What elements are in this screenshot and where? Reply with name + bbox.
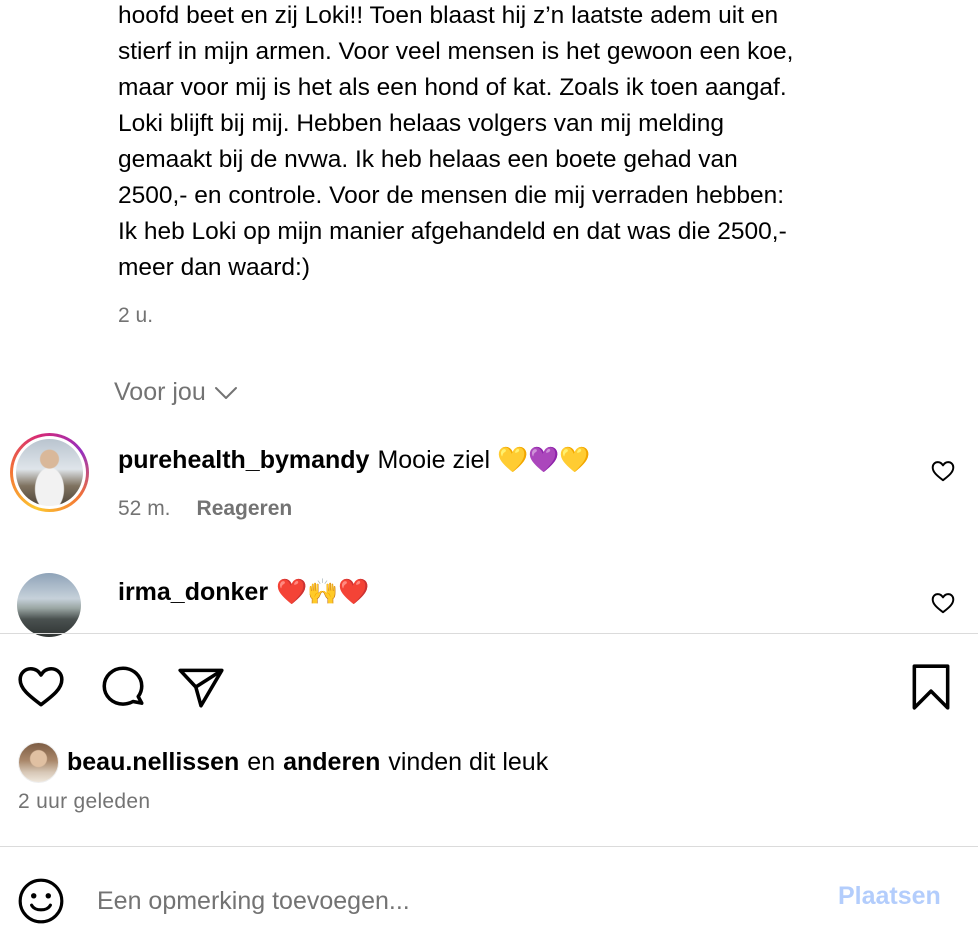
comment-meta: 52 m. Reageren — [118, 497, 292, 521]
likes-summary: beau.nellissen en anderen vinden dit leu… — [18, 742, 548, 783]
post-caption: hoofd beet en zij Loki!! Toen blaast hij… — [118, 2, 794, 281]
heart-icon[interactable] — [930, 590, 956, 616]
comment-row: purehealth_bymandy Mooie ziel 💛💜💛 — [118, 444, 590, 476]
likes-suffix: vinden dit leuk — [388, 748, 549, 776]
comment-row: irma_donker ❤️🙌❤️ — [118, 576, 369, 608]
likes-connector: en — [247, 748, 276, 776]
post-comment-button[interactable]: Plaatsen — [838, 882, 941, 911]
divider — [0, 846, 978, 847]
comment-input[interactable] — [97, 876, 797, 926]
comment-sort-dropdown[interactable]: Voor jou — [114, 378, 238, 407]
chevron-down-icon — [214, 386, 237, 399]
comment-text: ❤️🙌❤️ — [276, 578, 370, 606]
divider — [0, 633, 978, 634]
avatar-story-ring[interactable] — [10, 433, 89, 512]
heart-icon[interactable] — [930, 458, 956, 484]
share-icon[interactable] — [176, 662, 226, 712]
reply-button[interactable]: Reageren — [197, 497, 293, 521]
likes-others-link[interactable]: anderen — [283, 748, 380, 777]
avatar[interactable] — [17, 573, 81, 637]
caption-timestamp: 2 u. — [118, 304, 154, 327]
comment-text: Mooie ziel 💛💜💛 — [377, 446, 591, 474]
avatar — [16, 439, 83, 506]
comment-timestamp: 52 m. — [118, 497, 171, 520]
post-timestamp: 2 uur geleden — [18, 790, 151, 813]
bookmark-icon[interactable] — [906, 662, 956, 712]
avatar[interactable] — [18, 742, 59, 783]
comment-icon[interactable] — [98, 662, 148, 712]
emoji-icon[interactable] — [16, 876, 66, 926]
liker-username[interactable]: beau.nellissen — [67, 748, 239, 777]
comment-sort-label: Voor jou — [114, 378, 206, 406]
comment-username[interactable]: purehealth_bymandy — [118, 444, 369, 476]
heart-icon[interactable] — [16, 662, 66, 712]
comment-username[interactable]: irma_donker — [118, 576, 268, 608]
